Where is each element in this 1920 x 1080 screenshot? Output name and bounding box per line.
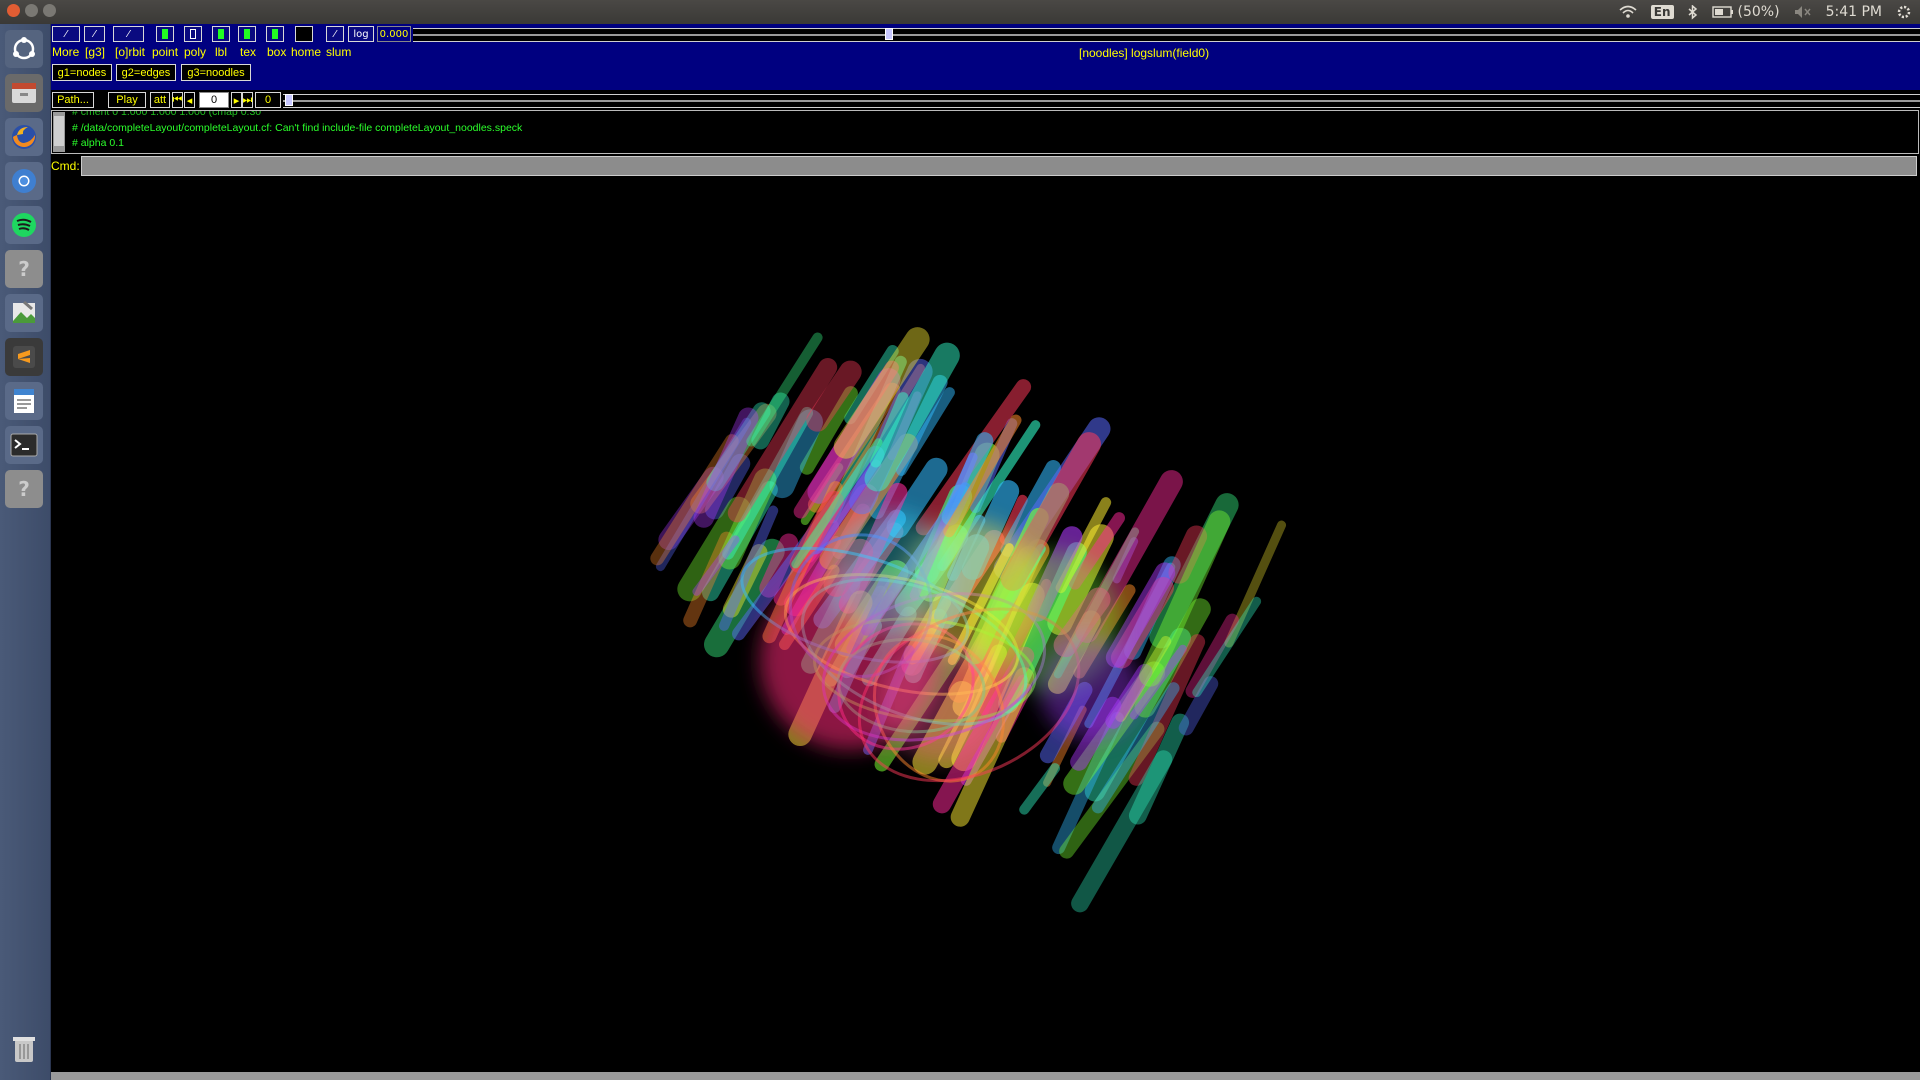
noodle-strand [1019, 763, 1061, 815]
command-label: Cmd: [51, 159, 80, 173]
slider-label: [noodles] logslum(field0) [1079, 46, 1210, 60]
chromium-icon[interactable] [5, 162, 43, 200]
console-scrollbar[interactable] [53, 112, 65, 152]
home-button[interactable] [295, 26, 313, 42]
noodle-glow [880, 640, 1000, 760]
battery-percent: (50%) [1737, 4, 1780, 20]
console-output[interactable]: # cment 0 1.000 1.000 1.000 (cmap 0.30 #… [51, 110, 1919, 154]
box-toggle[interactable] [266, 26, 284, 42]
g3-button[interactable]: ⁄ [84, 26, 105, 42]
more-button[interactable]: ⁄ [52, 26, 80, 42]
frame-input[interactable] [199, 92, 229, 108]
frame-slider[interactable] [283, 94, 1920, 108]
files-icon[interactable] [5, 74, 43, 112]
launcher: ? ? [0, 24, 51, 1080]
path-button[interactable]: Path... [52, 92, 94, 108]
bluetooth-icon[interactable] [1688, 4, 1698, 20]
settings-gear-icon[interactable] [1896, 4, 1912, 20]
rewind-to-start-icon[interactable]: ⏮ [172, 92, 183, 108]
log-value-readout: 0.000 [377, 26, 411, 42]
slum-button[interactable]: ⁄ [326, 26, 344, 42]
point-label: point [152, 45, 179, 59]
document-viewer-icon[interactable] [5, 382, 43, 420]
group-button-g2[interactable]: g2=edges [116, 64, 176, 81]
group-button-g1[interactable]: g1=nodes [52, 64, 112, 81]
unknown-app-icon[interactable]: ? [5, 470, 43, 508]
horizontal-scrollbar[interactable] [51, 1072, 1920, 1080]
terminal-icon[interactable] [5, 426, 43, 464]
fast-forward-icon[interactable]: ⏭ [242, 92, 253, 108]
command-input[interactable] [81, 156, 1917, 176]
3d-viewport[interactable] [51, 178, 1920, 1072]
poly-toggle[interactable] [184, 26, 202, 42]
more-label: More [52, 45, 80, 59]
close-window-icon[interactable] [7, 4, 20, 17]
command-row: Cmd: [51, 156, 1920, 176]
att-button[interactable]: att [150, 92, 170, 108]
unknown-app-icon[interactable]: ? [5, 250, 43, 288]
orbit-button[interactable]: ⁄ [113, 26, 144, 42]
tex-label: tex [240, 45, 257, 59]
log-button[interactable]: log [348, 26, 374, 42]
point-toggle[interactable] [156, 26, 174, 42]
spotify-icon[interactable] [5, 206, 43, 244]
slum-label: slum [326, 45, 352, 59]
frame-slider-thumb[interactable] [285, 94, 293, 106]
console-line: # alpha 0.1 [72, 137, 124, 149]
noodle-glow [1040, 640, 1140, 740]
dash-icon[interactable] [5, 30, 43, 68]
tex-toggle[interactable] [238, 26, 256, 42]
clock[interactable]: 5:41 PM [1826, 4, 1882, 20]
box-label: box [267, 45, 287, 59]
image-viewer-icon[interactable] [5, 294, 43, 332]
maximize-window-icon[interactable] [43, 4, 56, 17]
step-forward-icon[interactable]: ▸ [231, 92, 242, 108]
firefox-icon[interactable] [5, 118, 43, 156]
home-label: home [291, 45, 322, 59]
g3-label: [g3] [85, 45, 106, 59]
partiview-window: ⁄ ⁄ ⁄ ⁄ log 0.000 More [g3] [o]rbit poin… [51, 24, 1920, 1080]
system-tray: En (50%) 5:41 PM [1619, 0, 1920, 24]
group-button-g3[interactable]: g3=noodles [181, 64, 251, 81]
minimize-window-icon[interactable] [25, 4, 38, 17]
volume-muted-icon[interactable] [1794, 5, 1812, 19]
speed-readout: 0 [255, 92, 281, 108]
trash-icon[interactable] [5, 1030, 43, 1068]
lbl-toggle[interactable] [212, 26, 230, 42]
animation-controls: Path... Play att ⏮ ◂ ▸ ⏭ 0 [51, 90, 1920, 110]
slum-slider[interactable] [413, 28, 1920, 42]
orbit-label: [o]rbit [115, 45, 146, 59]
wifi-icon[interactable] [1619, 5, 1637, 19]
poly-label: poly [184, 45, 207, 59]
noodles-visualization[interactable] [51, 178, 1920, 1072]
battery-icon [1711, 6, 1733, 18]
battery-indicator[interactable]: (50%) [1711, 4, 1780, 20]
slider-thumb[interactable] [885, 28, 893, 40]
console-line: # /data/completeLayout/completeLayout.cf… [72, 122, 523, 134]
sublime-text-icon[interactable] [5, 338, 43, 376]
keyboard-layout-indicator[interactable]: En [1650, 5, 1674, 19]
lbl-label: lbl [215, 45, 228, 59]
top-panel: En (50%) 5:41 PM [0, 0, 1920, 24]
control-panel: ⁄ ⁄ ⁄ ⁄ log 0.000 More [g3] [o]rbit poin… [51, 24, 1920, 90]
console-line: # cment 0 1.000 1.000 1.000 (cmap 0.30 [72, 110, 262, 118]
step-back-icon[interactable]: ◂ [184, 92, 195, 108]
play-button[interactable]: Play [108, 92, 146, 108]
noodle-glow [830, 510, 950, 630]
